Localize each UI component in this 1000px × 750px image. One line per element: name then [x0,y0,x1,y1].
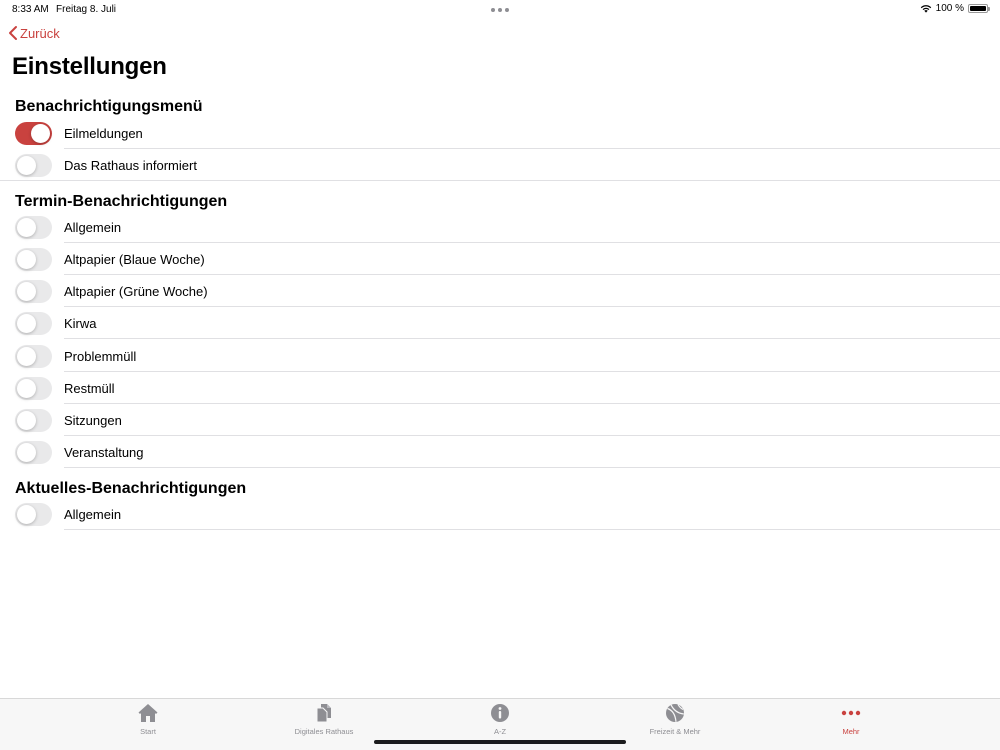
settings-row: Altpapier (Grüne Woche) [0,275,1000,307]
toggle-switch[interactable] [15,312,52,335]
toggle-switch[interactable] [15,154,52,177]
chevron-left-icon [9,26,17,40]
tab-mehr[interactable]: Mehr [791,701,911,737]
row-label: Altpapier (Grüne Woche) [64,284,208,299]
ball-icon [666,704,684,722]
settings-row: Sitzungen [0,404,1000,436]
section-title-benachrichtigungsmenu: Benachrichtigungsmenü [15,98,203,115]
toggle-switch[interactable] [15,441,52,464]
row-label: Kirwa [64,316,97,331]
row-label: Restmüll [64,381,115,396]
status-date: Freitag 8. Juli [56,4,117,15]
row-label: Allgemein [64,507,122,522]
row-label: Veranstaltung [64,445,144,460]
toggle-switch[interactable] [15,345,52,368]
status-bar: 8:33 AM Freitag 8. Juli 100 % [0,0,1000,18]
tab-start[interactable]: Start [88,701,208,737]
row-label: Altpapier (Blaue Woche) [64,252,205,267]
row-label: Allgemein [64,220,122,235]
settings-row: Altpapier (Blaue Woche) [0,243,1000,275]
tab-label: Digitales Rathaus [294,727,354,736]
back-button[interactable]: Zurück [7,25,60,41]
battery-percentage: 100 % [935,3,964,14]
status-right: 100 % [920,3,990,14]
toggle-switch[interactable] [15,248,52,271]
settings-row: Restmüll [0,372,1000,404]
toggle-switch[interactable] [15,503,52,526]
row-divider [64,338,1000,339]
wifi-icon [920,5,931,13]
page-title: Einstellungen [12,53,167,80]
tab-a-z[interactable]: A-Z [440,701,560,737]
settings-row: Kirwa [0,307,1000,339]
home-indicator[interactable] [374,740,626,744]
settings-row: Das Rathaus informiert [0,149,1000,181]
tab-label: A-Z [493,727,507,736]
back-label: Zurück [20,25,60,41]
toggle-switch[interactable] [15,216,52,239]
toggle-switch[interactable] [15,122,52,145]
tab-label: Start [140,727,156,736]
row-divider [64,529,1000,530]
toggle-switch[interactable] [15,409,52,432]
row-label: Eilmeldungen [64,126,143,141]
row-label: Sitzungen [64,413,122,428]
settings-row: Problemmüll [0,340,1000,372]
row-divider [64,467,1000,468]
settings-row: Eilmeldungen [0,117,1000,149]
toggle-switch[interactable] [15,377,52,400]
info-icon [491,704,509,722]
tab-digitales-rathaus[interactable]: Digitales Rathaus [264,701,384,737]
row-label: Das Rathaus informiert [64,158,197,173]
status-time: 8:33 AM [12,4,49,15]
tab-label: Freizeit & Mehr [649,727,701,736]
settings-row: Allgemein [0,211,1000,243]
tab-label: Mehr [842,727,860,736]
settings-row: Veranstaltung [0,436,1000,468]
battery-icon [968,4,990,13]
row-label: Problemmüll [64,349,137,364]
section-title-aktuelles: Aktuelles-Benachrichtigungen [15,480,247,497]
settings-row: Allgemein [0,498,1000,530]
row-divider [0,180,1000,181]
documents-icon [316,704,331,723]
house-icon [138,704,158,722]
multitasking-dots-icon[interactable] [491,8,509,12]
toggle-switch[interactable] [15,280,52,303]
section-title-termin: Termin-Benachrichtigungen [15,193,228,210]
more-dots-icon [841,710,861,716]
tab-freizeit[interactable]: Freizeit & Mehr [615,701,735,737]
